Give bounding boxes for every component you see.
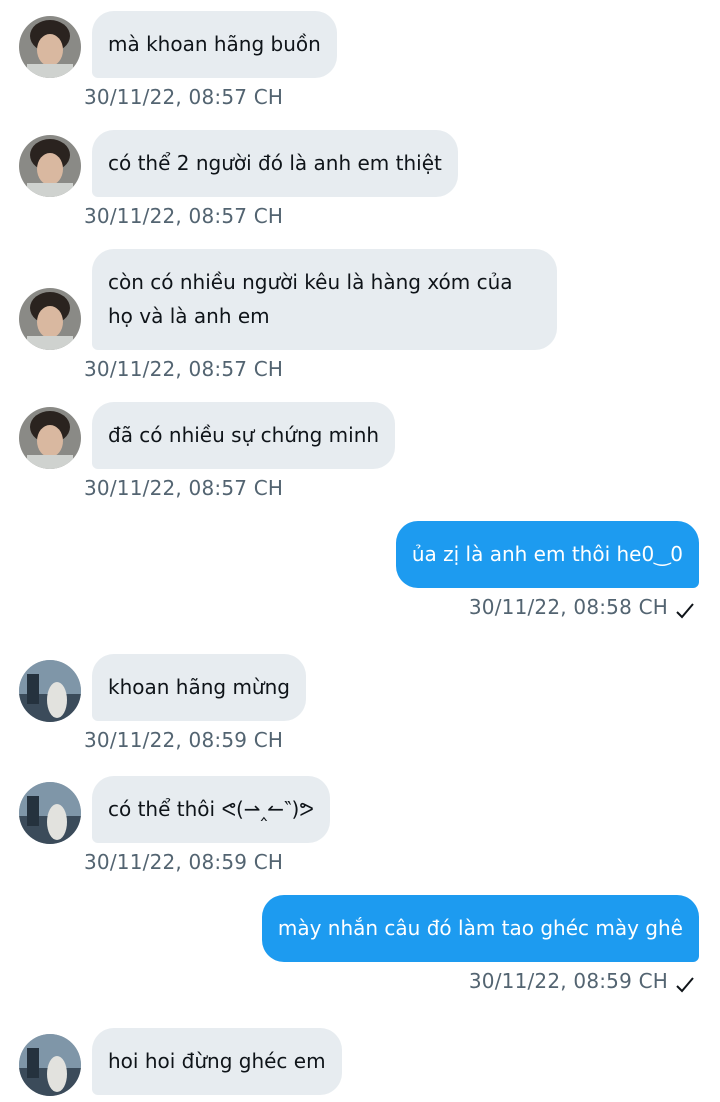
avatar[interactable] <box>19 1034 81 1096</box>
message-timestamp: 30/11/22, 08:57 CH <box>84 204 284 228</box>
avatar[interactable] <box>19 135 81 197</box>
message-timestamp: 30/11/22, 08:59 CH <box>468 969 668 993</box>
check-icon <box>676 603 694 619</box>
avatar[interactable] <box>19 782 81 844</box>
message-bubble[interactable]: mà khoan hãng buồn <box>92 11 337 78</box>
message-bubble[interactable]: hoi hoi đừng ghéc em <box>92 1028 342 1095</box>
message-bubble[interactable]: có thể 2 người đó là anh em thiệt <box>92 130 458 197</box>
message-timestamp: 30/11/22, 08:58 CH <box>468 595 668 619</box>
message-bubble[interactable]: đã có nhiều sự chứng minh <box>92 402 396 469</box>
check-icon <box>676 977 694 993</box>
message-timestamp: 30/11/22, 08:59 CH <box>84 850 284 874</box>
message-line: họ và là anh em <box>108 304 270 328</box>
message-timestamp: 30/11/22, 08:59 CH <box>84 728 284 752</box>
message-bubble[interactable]: mày nhắn câu đó làm tao ghéc mày ghê <box>261 895 699 962</box>
avatar[interactable] <box>19 288 81 350</box>
message-bubble[interactable]: ủa zị là anh em thôi he0‿0 <box>395 521 699 588</box>
avatar[interactable] <box>19 407 81 469</box>
avatar[interactable] <box>19 16 81 78</box>
message-bubble[interactable]: còn có nhiều người kêu là hàng xóm của h… <box>92 249 557 350</box>
message-timestamp: 30/11/22, 08:57 CH <box>84 85 284 109</box>
message-bubble[interactable]: có thể thôi ᕙ(⇀‸↼‶)ᕗ <box>92 776 330 843</box>
message-timestamp: 30/11/22, 08:57 CH <box>84 476 284 500</box>
message-bubble[interactable]: khoan hãng mừng <box>92 654 306 721</box>
message-line: còn có nhiều người kêu là hàng xóm của <box>108 270 513 294</box>
avatar[interactable] <box>19 660 81 722</box>
message-timestamp: 30/11/22, 08:57 CH <box>84 357 284 381</box>
